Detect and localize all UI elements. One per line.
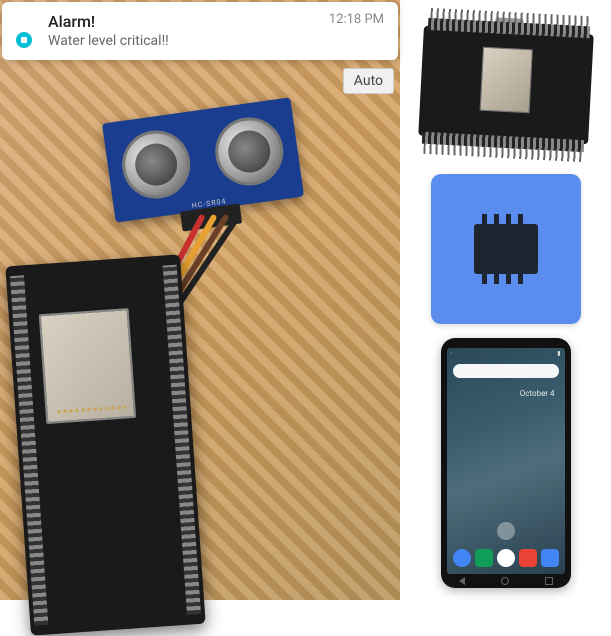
status-right: ▮	[557, 350, 560, 358]
notification-title: Alarm!	[48, 12, 329, 31]
app-drawer-icon[interactable]	[497, 522, 515, 540]
home-button-icon[interactable]	[501, 577, 509, 585]
phone-date-widget: October 4	[520, 390, 555, 399]
status-left: ◦	[451, 350, 453, 358]
components-column: ◦ ▮ October 4	[400, 0, 611, 600]
nodemcu-board-photo	[5, 254, 205, 635]
chip-icon	[474, 224, 538, 274]
android-nav-bar	[441, 576, 571, 586]
phone-screen[interactable]: ◦ ▮ October 4	[447, 348, 565, 574]
jumper-wires	[190, 215, 310, 375]
camera-mode-badge[interactable]: Auto	[343, 68, 394, 94]
board-pcb	[418, 26, 594, 145]
notification-body: Alarm! Water level critical!!	[48, 12, 329, 49]
alert-icon	[16, 32, 32, 48]
dock-apps-icon[interactable]	[497, 549, 515, 567]
gpio-rail-right	[163, 265, 201, 615]
ultrasonic-sensor: HC-SR04	[102, 97, 304, 222]
esp-shield-icon	[479, 47, 532, 114]
phone-dock	[451, 546, 561, 570]
push-notification[interactable]: Alarm! Water level critical!! 12:18 PM	[2, 2, 398, 60]
notification-message: Water level critical!!	[48, 32, 329, 50]
sensor-transmitter	[118, 126, 195, 203]
smartphone-mockup: ◦ ▮ October 4	[441, 338, 571, 588]
phone-statusbar: ◦ ▮	[447, 348, 565, 360]
recents-button-icon[interactable]	[545, 577, 553, 585]
project-photo: Alarm! Water level critical!! 12:18 PM A…	[0, 0, 400, 600]
dock-chrome-icon[interactable]	[541, 549, 559, 567]
google-search-bar[interactable]	[453, 364, 559, 378]
back-button-icon[interactable]	[459, 577, 465, 585]
notification-time: 12:18 PM	[329, 10, 384, 27]
notification-app-icon	[16, 10, 48, 52]
dock-messages-icon[interactable]	[475, 549, 493, 567]
nodemcu-product-image	[411, 10, 601, 160]
esp8266-module	[39, 308, 136, 424]
dock-gmail-icon[interactable]	[519, 549, 537, 567]
dock-phone-icon[interactable]	[453, 549, 471, 567]
sensor-header-pins	[180, 203, 242, 231]
sensor-receiver	[211, 113, 288, 190]
iot-app-icon[interactable]	[431, 174, 581, 324]
collage-canvas: Alarm! Water level critical!! 12:18 PM A…	[0, 0, 611, 600]
